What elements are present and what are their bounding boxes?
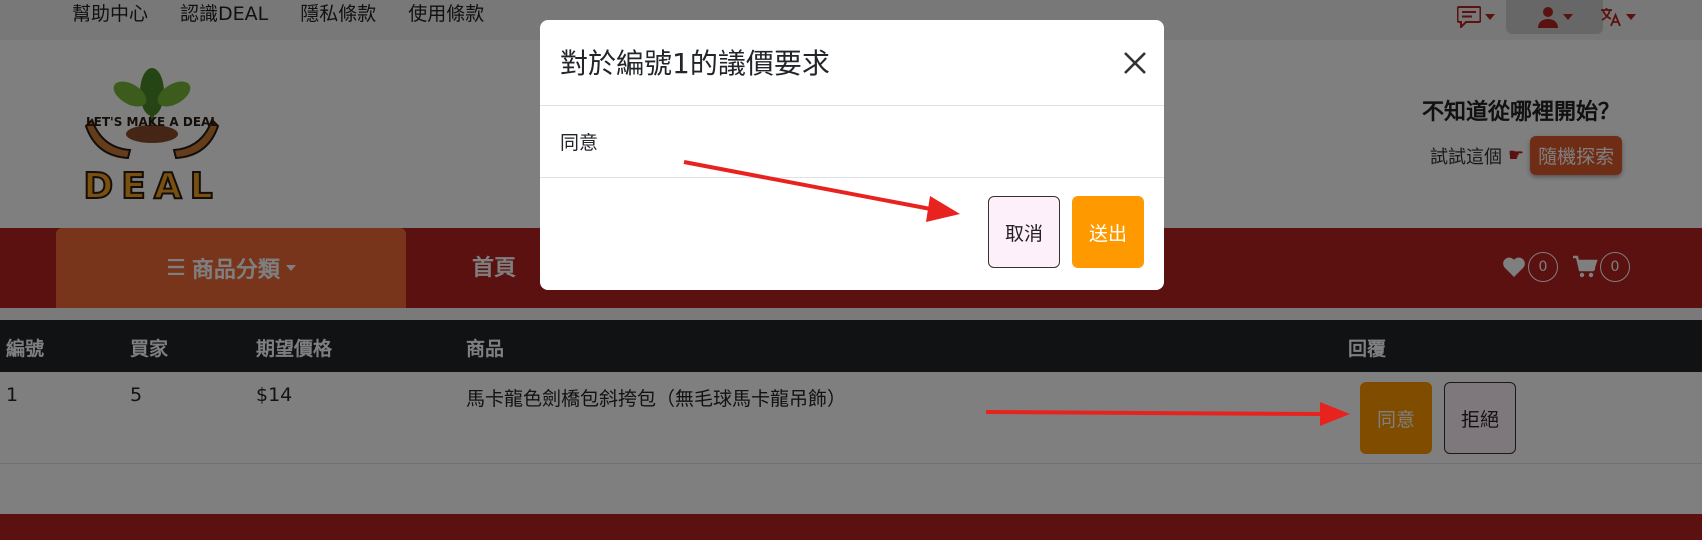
modal-header: 對於編號1的議價要求 bbox=[540, 20, 1164, 106]
cancel-button[interactable]: 取消 bbox=[988, 196, 1060, 268]
modal-title: 對於編號1的議價要求 bbox=[560, 47, 830, 80]
modal-body-text: 同意 bbox=[560, 132, 599, 154]
close-icon[interactable] bbox=[1120, 48, 1150, 78]
negotiation-modal: 對於編號1的議價要求 同意 取消 送出 bbox=[540, 20, 1164, 290]
modal-body: 同意 bbox=[540, 106, 1164, 178]
modal-footer: 取消 送出 bbox=[540, 178, 1164, 290]
submit-button[interactable]: 送出 bbox=[1072, 196, 1144, 268]
